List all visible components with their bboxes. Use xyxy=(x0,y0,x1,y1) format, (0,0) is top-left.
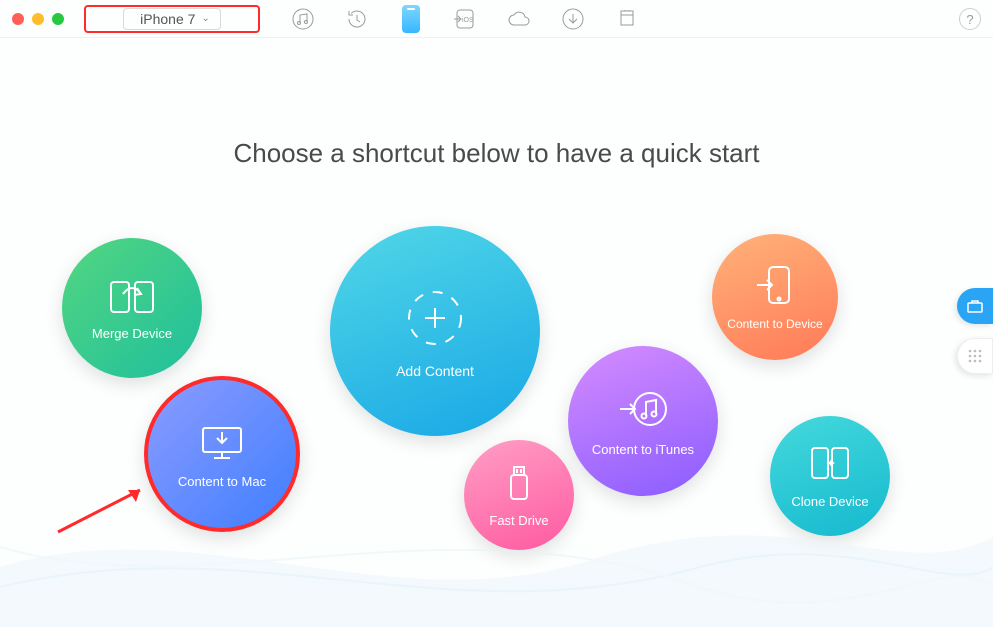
merge-device-icon xyxy=(109,276,155,316)
merge-device-label: Merge Device xyxy=(92,326,172,341)
add-icon xyxy=(400,283,470,353)
to-itunes-icon xyxy=(616,386,670,432)
content-to-mac-shortcut[interactable]: Content to Mac xyxy=(144,376,300,532)
add-content-shortcut[interactable]: Add Content xyxy=(330,226,540,436)
merge-device-shortcut[interactable]: Merge Device xyxy=(62,238,202,378)
content-to-device-shortcut[interactable]: Content to Device xyxy=(712,234,838,360)
annotation-arrow xyxy=(50,480,160,540)
to-device-icon xyxy=(755,263,795,307)
clone-device-shortcut[interactable]: Clone Device xyxy=(770,416,890,536)
view-categories-toggle[interactable] xyxy=(957,338,993,374)
clone-device-icon xyxy=(808,444,852,484)
shortcut-stage: Merge Device Content to Mac Add Content … xyxy=(0,0,993,627)
view-shortcuts-toggle[interactable] xyxy=(957,288,993,324)
monitor-download-icon xyxy=(197,420,247,464)
content-to-mac-label: Content to Mac xyxy=(178,474,266,489)
content-to-device-label: Content to Device xyxy=(727,317,822,331)
briefcase-icon xyxy=(966,297,984,315)
fast-drive-label: Fast Drive xyxy=(489,513,548,528)
clone-device-label: Clone Device xyxy=(791,494,868,509)
grid-icon xyxy=(967,348,983,364)
fast-drive-shortcut[interactable]: Fast Drive xyxy=(464,440,574,550)
add-content-label: Add Content xyxy=(396,363,474,379)
content-to-itunes-shortcut[interactable]: Content to iTunes xyxy=(568,346,718,496)
content-to-itunes-label: Content to iTunes xyxy=(592,442,694,457)
usb-drive-icon xyxy=(505,463,533,503)
